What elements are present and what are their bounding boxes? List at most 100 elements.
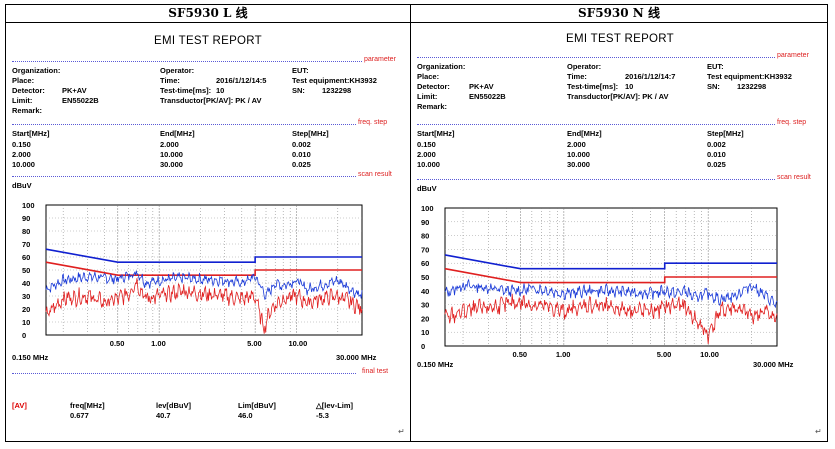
test-time-label: Test-time[ms]: bbox=[160, 86, 212, 95]
section-label-parameter: parameter bbox=[775, 52, 809, 59]
remark-label: Remark: bbox=[12, 106, 43, 115]
freq-header-start: Start[MHz] bbox=[417, 129, 455, 138]
freq-cell: 30.000 bbox=[567, 160, 590, 169]
y-tick-label: 30 bbox=[421, 301, 429, 310]
y-tick-label: 40 bbox=[22, 279, 30, 288]
freq-cell: 0.150 bbox=[12, 140, 31, 149]
x-tick-label: 0.50 bbox=[110, 339, 125, 348]
final-header-lim: Lim[dBuV] bbox=[238, 401, 276, 410]
section-line-final-test bbox=[12, 373, 356, 375]
freq-header-step: Step[MHz] bbox=[707, 129, 744, 138]
x-tick-label: 10.00 bbox=[288, 339, 307, 348]
y-tick-label: 10 bbox=[421, 328, 429, 337]
emi-report-left: EMI TEST REPORT parameter Organization: … bbox=[10, 23, 406, 441]
x-tick-label: 0.50 bbox=[512, 350, 527, 359]
transductor: Transductor[PK/AV]: PK / AV bbox=[160, 96, 262, 105]
section-label-freq-step: freq. step bbox=[775, 119, 807, 126]
freq-cell: 30.000 bbox=[160, 160, 183, 169]
y-tick-label: 60 bbox=[421, 259, 429, 268]
remark-label: Remark: bbox=[417, 102, 448, 111]
freq-header-start: Start[MHz] bbox=[12, 129, 50, 138]
x-axis-right-label: 30.000 MHz bbox=[753, 360, 794, 369]
limit-label: Limit: bbox=[12, 96, 33, 105]
y-tick-label: 50 bbox=[22, 266, 30, 275]
section-label-scan-result: scan result bbox=[356, 171, 392, 178]
final-header-freq: freq[MHz] bbox=[70, 401, 105, 410]
final-value-lev: 40.7 bbox=[156, 411, 171, 420]
freq-cell: 0.002 bbox=[292, 140, 311, 149]
detector-label: Detector: bbox=[417, 82, 450, 91]
section-line-scan-result bbox=[12, 176, 356, 178]
column-header-right: SF5930 N 线 bbox=[578, 6, 660, 20]
freq-cell: 2.000 bbox=[567, 140, 586, 149]
test-equipment: Test equipment:KH3932 bbox=[707, 72, 792, 81]
y-tick-label: 60 bbox=[22, 253, 30, 262]
limit-value: EN55022B bbox=[469, 92, 506, 101]
limit-value: EN55022B bbox=[62, 96, 99, 105]
time-value: 2016/1/12/14:7 bbox=[625, 72, 676, 81]
y-tick-label: 0 bbox=[421, 342, 425, 351]
final-header-delta: △[lev-Lim] bbox=[316, 401, 354, 410]
paragraph-mark-icon: ↵ bbox=[398, 427, 405, 436]
x-tick-label: 5.00 bbox=[247, 339, 262, 348]
limit-label: Limit: bbox=[417, 92, 438, 101]
document-table: SF5930 L 线 SF5930 N 线 EMI TEST REPORT pa… bbox=[5, 4, 828, 442]
detector-value: PK+AV bbox=[469, 82, 494, 91]
column-header-left: SF5930 L 线 bbox=[168, 6, 248, 20]
freq-cell: 0.025 bbox=[292, 160, 311, 169]
freq-cell: 2.000 bbox=[417, 150, 436, 159]
time-label: Time: bbox=[160, 76, 180, 85]
freq-cell: 10.000 bbox=[12, 160, 35, 169]
y-tick-label: 70 bbox=[22, 240, 30, 249]
freq-cell: 2.000 bbox=[160, 140, 179, 149]
final-header-lev: lev[dBuV] bbox=[156, 401, 192, 410]
x-tick-label: 1.00 bbox=[151, 339, 166, 348]
y-tick-label: 30 bbox=[22, 292, 30, 301]
sn-label: SN: bbox=[292, 86, 305, 95]
section-label-parameter: parameter bbox=[362, 56, 396, 63]
y-tick-label: 100 bbox=[22, 201, 35, 210]
section-line-parameter bbox=[12, 61, 364, 63]
detector-value: PK+AV bbox=[62, 86, 87, 95]
section-line-scan-result bbox=[417, 179, 775, 181]
operator-label: Operator: bbox=[567, 62, 602, 71]
x-tick-label: 10.00 bbox=[700, 350, 719, 359]
eut-label: EUT: bbox=[292, 66, 309, 75]
test-time-label: Test-time[ms]: bbox=[567, 82, 619, 91]
y-tick-label: 100 bbox=[421, 204, 434, 213]
time-value: 2016/1/12/14:5 bbox=[216, 76, 267, 85]
section-label-freq-step: freq. step bbox=[356, 119, 388, 126]
transductor: Transductor[PK/AV]: PK / AV bbox=[567, 92, 669, 101]
section-line-parameter bbox=[417, 57, 775, 59]
freq-header-step: Step[MHz] bbox=[292, 129, 329, 138]
freq-cell: 0.002 bbox=[707, 140, 726, 149]
y-tick-label: 20 bbox=[421, 314, 429, 323]
place-label: Place: bbox=[417, 72, 440, 81]
y-tick-label: 20 bbox=[22, 305, 30, 314]
y-tick-label: 50 bbox=[421, 273, 429, 282]
y-tick-label: 90 bbox=[421, 218, 429, 227]
sn-value: 1232298 bbox=[322, 86, 352, 95]
eut-label: EUT: bbox=[707, 62, 724, 71]
test-equipment: Test equipment:KH3932 bbox=[292, 76, 377, 85]
x-tick-label: 1.00 bbox=[556, 350, 571, 359]
report-title: EMI TEST REPORT bbox=[565, 33, 675, 45]
organization-label: Organization: bbox=[417, 62, 466, 71]
y-unit-label: dBuV bbox=[12, 181, 32, 190]
detector-label: Detector: bbox=[12, 86, 45, 95]
y-tick-label: 90 bbox=[22, 214, 30, 223]
y-tick-label: 0 bbox=[22, 331, 26, 340]
final-value-delta: -5.3 bbox=[316, 411, 329, 420]
y-tick-label: 10 bbox=[22, 318, 30, 327]
emi-chart-left: 0 10 20 30 40 50 60 70 80 90 100 0.50 1.00 5.00 10.00 bbox=[22, 201, 363, 348]
freq-header-end: End[MHz] bbox=[160, 129, 195, 138]
section-line-freq-step bbox=[12, 124, 356, 126]
freq-cell: 0.025 bbox=[707, 160, 726, 169]
freq-cell: 2.000 bbox=[12, 150, 31, 159]
final-av-tag: [AV] bbox=[12, 401, 27, 410]
x-axis-left-label: 0.150 MHz bbox=[417, 360, 454, 369]
section-line-freq-step bbox=[417, 124, 775, 126]
y-tick-label: 40 bbox=[421, 287, 429, 296]
final-value-freq: 0.677 bbox=[70, 411, 89, 420]
report-title: EMI TEST REPORT bbox=[153, 35, 263, 47]
